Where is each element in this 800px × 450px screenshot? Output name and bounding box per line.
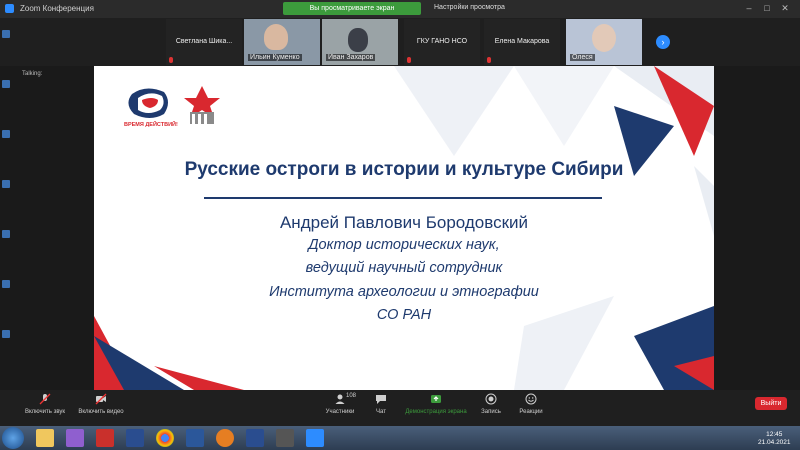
- author-credential-line: Института археологии и этнографии: [269, 284, 539, 300]
- share-screen-button[interactable]: Демонстрация экрана: [402, 393, 470, 415]
- window-title: Zoom Конференция: [20, 4, 94, 13]
- desktop-icon[interactable]: [2, 230, 10, 238]
- share-screen-icon: [431, 395, 441, 403]
- chat-label: Чат: [376, 409, 386, 415]
- zoom-app-icon: [5, 4, 14, 13]
- system-clock[interactable]: 12:45 21.04.2021: [758, 431, 791, 447]
- desktop-icon[interactable]: [2, 280, 10, 288]
- windows-taskbar: [0, 426, 800, 450]
- photoshop-icon[interactable]: [126, 429, 144, 447]
- muted-mic-icon: [407, 57, 411, 63]
- participant-name: Светлана Шика...: [175, 38, 233, 45]
- word-icon[interactable]: [186, 429, 204, 447]
- desktop-icon[interactable]: [2, 330, 10, 338]
- maximize-icon[interactable]: □: [760, 2, 774, 15]
- participant-video: [592, 24, 616, 52]
- muted-mic-icon: [487, 57, 491, 63]
- participants-count: 108: [346, 393, 357, 399]
- start-video-button[interactable]: Включить видео: [76, 393, 126, 415]
- unmute-button[interactable]: Включить звук: [20, 393, 70, 415]
- clock-date: 21.04.2021: [758, 439, 791, 446]
- muted-mic-icon: [169, 57, 173, 63]
- slide-author: Андрей Павлович Бородовский: [279, 213, 529, 232]
- view-options-menu[interactable]: Настройки просмотра: [434, 4, 505, 11]
- participant-tile[interactable]: Олеся: [566, 19, 642, 65]
- logo-caption: ВРЕМЯ ДЕЙСТВИЙ!: [124, 122, 178, 128]
- participant-name: Ильин Куменко: [248, 54, 302, 61]
- camera-off-icon: [95, 393, 107, 405]
- participant-name: Олеся: [570, 54, 595, 61]
- author-credential-line: ведущий научный сотрудник: [305, 260, 503, 276]
- participant-name: Иван Захаров: [326, 54, 376, 61]
- smile-icon: [525, 393, 537, 405]
- reactions-label: Реакции: [519, 409, 543, 415]
- microphone-off-icon: [39, 393, 51, 405]
- record-label: Запись: [481, 409, 501, 415]
- participant-strip: [0, 18, 800, 66]
- title-underline: [204, 197, 602, 199]
- talking-indicator: Talking:: [22, 71, 43, 77]
- participant-name: ГКУ ГАНО НСО: [416, 38, 468, 45]
- start-video-label: Включить видео: [78, 409, 124, 415]
- participant-tile[interactable]: Иван Захаров: [322, 19, 398, 65]
- slide-title: Русские остроги в истории и культуре Сиб…: [184, 159, 624, 180]
- unmute-label: Включить звук: [24, 409, 65, 415]
- clock-time: 12:45: [766, 431, 783, 438]
- participants-icon: [335, 394, 345, 404]
- participant-tile[interactable]: Елена Макарова: [484, 19, 560, 65]
- record-icon: [485, 393, 497, 405]
- next-participants-button[interactable]: ›: [656, 35, 670, 49]
- slide-logos: ВРЕМЯ ДЕЙСТВИЙ!: [124, 84, 224, 146]
- participant-tile[interactable]: ГКУ ГАНО НСО: [404, 19, 480, 65]
- folder-icon[interactable]: [36, 429, 54, 447]
- author-credential-line: Доктор исторических наук,: [308, 237, 500, 253]
- time-of-actions-logo: [128, 86, 220, 124]
- start-button[interactable]: [2, 427, 24, 449]
- zoom-icon[interactable]: [306, 429, 324, 447]
- participant-video: [264, 24, 288, 50]
- author-credential-line: СО РАН: [376, 307, 432, 323]
- chrome-icon[interactable]: [156, 429, 174, 447]
- participant-name: Елена Макарова: [494, 38, 550, 45]
- desktop-icon[interactable]: [2, 30, 10, 38]
- chat-button[interactable]: Чат: [366, 393, 396, 415]
- gmail-icon[interactable]: [96, 429, 114, 447]
- media-player-icon[interactable]: [66, 429, 84, 447]
- share-screen-label: Демонстрация экрана: [405, 409, 467, 415]
- minimize-icon[interactable]: –: [742, 2, 756, 15]
- screen-share-notice: Вы просматриваете экран Администратора: [283, 2, 421, 25]
- tool-icon[interactable]: [276, 429, 294, 447]
- photoshop-icon[interactable]: [246, 429, 264, 447]
- reactions-button[interactable]: Реакции: [512, 393, 550, 415]
- participants-label: Участники: [325, 409, 355, 415]
- app-icon[interactable]: [216, 429, 234, 447]
- desktop-icon[interactable]: [2, 130, 10, 138]
- record-button[interactable]: Запись: [474, 393, 508, 415]
- leave-meeting-button[interactable]: Выйти: [755, 397, 787, 410]
- participant-tile[interactable]: Ильин Куменко: [244, 19, 320, 65]
- participant-video: [348, 28, 368, 52]
- desktop-icon[interactable]: [2, 180, 10, 188]
- participant-tile[interactable]: Светлана Шика...: [166, 19, 242, 65]
- close-icon[interactable]: ✕: [778, 2, 792, 15]
- desktop-icon[interactable]: [2, 80, 10, 88]
- chat-icon: [376, 395, 386, 404]
